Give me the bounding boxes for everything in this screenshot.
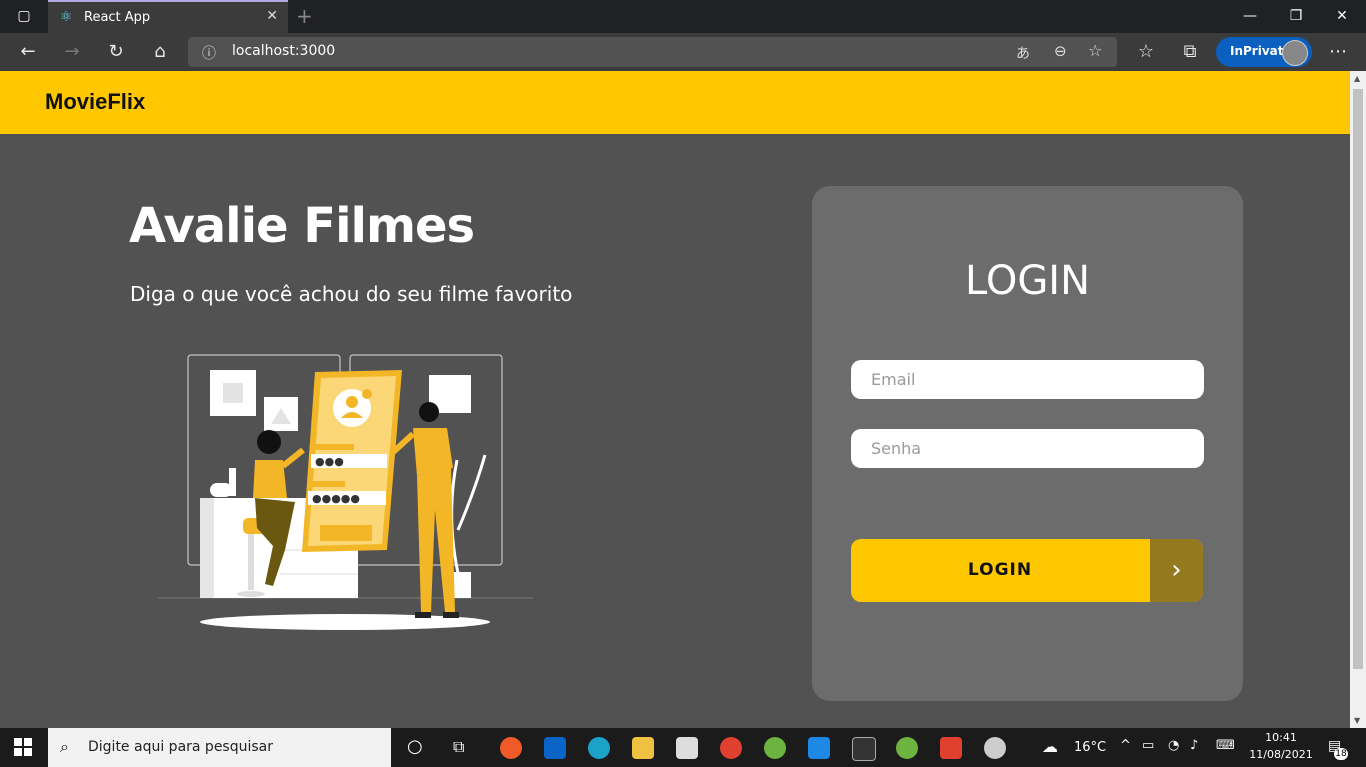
password-field[interactable] [851, 429, 1204, 468]
close-window-icon[interactable]: ✕ [1332, 6, 1352, 26]
taskbar-search-box[interactable]: ⌕ Digite aqui para pesquisar [48, 728, 391, 767]
spring-tools-2-icon[interactable] [896, 737, 918, 759]
inprivate-button[interactable]: InPrivate [1216, 37, 1312, 67]
postman-icon[interactable] [500, 737, 522, 759]
chrome-icon[interactable] [720, 737, 742, 759]
minimize-icon[interactable]: — [1240, 6, 1260, 26]
chevron-up-icon[interactable]: ^ [1120, 738, 1131, 753]
more-options-icon[interactable]: ⋯ [1327, 41, 1349, 63]
git-gui-icon[interactable] [940, 737, 962, 759]
url-text: localhost:3000 [232, 43, 336, 59]
login-illustration: ●●● ●●●●● [158, 354, 533, 630]
tab-actions-icon[interactable]: ▢ [14, 6, 34, 26]
svg-text:●●●●●: ●●●●● [312, 492, 360, 505]
refresh-icon[interactable]: ↻ [105, 41, 127, 63]
microsoft-store-icon[interactable] [676, 737, 698, 759]
close-tab-icon[interactable]: ✕ [266, 8, 278, 24]
edge-icon[interactable] [588, 737, 610, 759]
windows-start-icon[interactable] [14, 738, 32, 756]
volume-icon[interactable]: ♪ [1190, 738, 1198, 753]
file-explorer-icon[interactable] [632, 737, 654, 759]
login-button-label: LOGIN [967, 560, 1033, 580]
scrollbar-thumb[interactable] [1353, 89, 1363, 669]
vscode-icon[interactable] [808, 737, 830, 759]
login-title: LOGIN [964, 258, 1091, 304]
clock-date[interactable]: 11/08/2021 [1249, 748, 1313, 761]
new-tab-icon[interactable]: + [296, 4, 313, 28]
cortana-icon[interactable]: ○ [407, 736, 423, 757]
home-icon[interactable]: ⌂ [149, 41, 171, 63]
restore-icon[interactable]: ❐ [1286, 6, 1306, 26]
hero-subtitle: Diga o que você achou do seu filme favor… [130, 282, 573, 306]
chevron-right-icon: › [1150, 539, 1203, 602]
terminal-icon[interactable] [852, 737, 876, 761]
collections-icon[interactable]: ⧉ [1179, 41, 1201, 63]
clock-time[interactable]: 10:41 [1262, 731, 1300, 744]
paint-icon[interactable] [984, 737, 1006, 759]
scroll-down-icon[interactable]: ▼ [1354, 716, 1360, 725]
search-icon: ⌕ [60, 737, 69, 756]
browser-toolbar: ← → ↻ ⌂ ⓘ localhost:3000 あ ⊖ ☆ ☆ ⧉ InPri… [0, 33, 1366, 71]
favorites-icon[interactable]: ☆ [1135, 41, 1157, 63]
taskbar-search-placeholder: Digite aqui para pesquisar [88, 739, 274, 755]
keyboard-icon[interactable]: ⌨ [1216, 738, 1235, 753]
forward-icon[interactable]: → [61, 41, 83, 63]
add-favorite-icon[interactable]: ☆ [1088, 41, 1102, 60]
browser-tab-bar: ▢ ⚛ React App ✕ + — ❐ ✕ [0, 0, 1366, 33]
login-button[interactable]: LOGIN › [851, 539, 1203, 602]
login-card: LOGIN LOGIN › [812, 186, 1243, 701]
svg-text:●●●: ●●● [315, 455, 344, 468]
address-bar[interactable]: ⓘ localhost:3000 あ ⊖ ☆ [188, 37, 1117, 67]
site-info-icon[interactable]: ⓘ [202, 43, 216, 63]
spring-tools-icon[interactable] [764, 737, 786, 759]
back-icon[interactable]: ← [17, 41, 39, 63]
scroll-up-icon[interactable]: ▲ [1354, 74, 1360, 83]
app-header: MovieFlix [0, 71, 1350, 134]
outlook-icon[interactable] [544, 737, 566, 759]
wifi-icon[interactable]: ◔ [1168, 738, 1179, 753]
read-aloud-icon[interactable]: あ [1016, 43, 1030, 63]
battery-icon[interactable]: ▭ [1142, 738, 1154, 753]
temperature[interactable]: 16°C [1074, 740, 1106, 755]
tab-title: React App [84, 10, 151, 25]
react-logo-icon: ⚛ [60, 9, 73, 25]
email-field[interactable] [851, 360, 1204, 399]
taskbar: ⌕ Digite aqui para pesquisar ○ ⧉ ☁ 16°C … [0, 728, 1366, 767]
notification-badge: 18 [1334, 748, 1348, 760]
hero-title: Avalie Filmes [129, 198, 475, 254]
avatar [1282, 40, 1308, 66]
brand-logo[interactable]: MovieFlix [45, 89, 145, 115]
task-view-icon[interactable]: ⧉ [453, 737, 464, 757]
tab-react-app[interactable]: ⚛ React App ✕ [48, 0, 288, 33]
zoom-out-icon[interactable]: ⊖ [1054, 42, 1067, 60]
weather-icon[interactable]: ☁ [1042, 737, 1058, 756]
